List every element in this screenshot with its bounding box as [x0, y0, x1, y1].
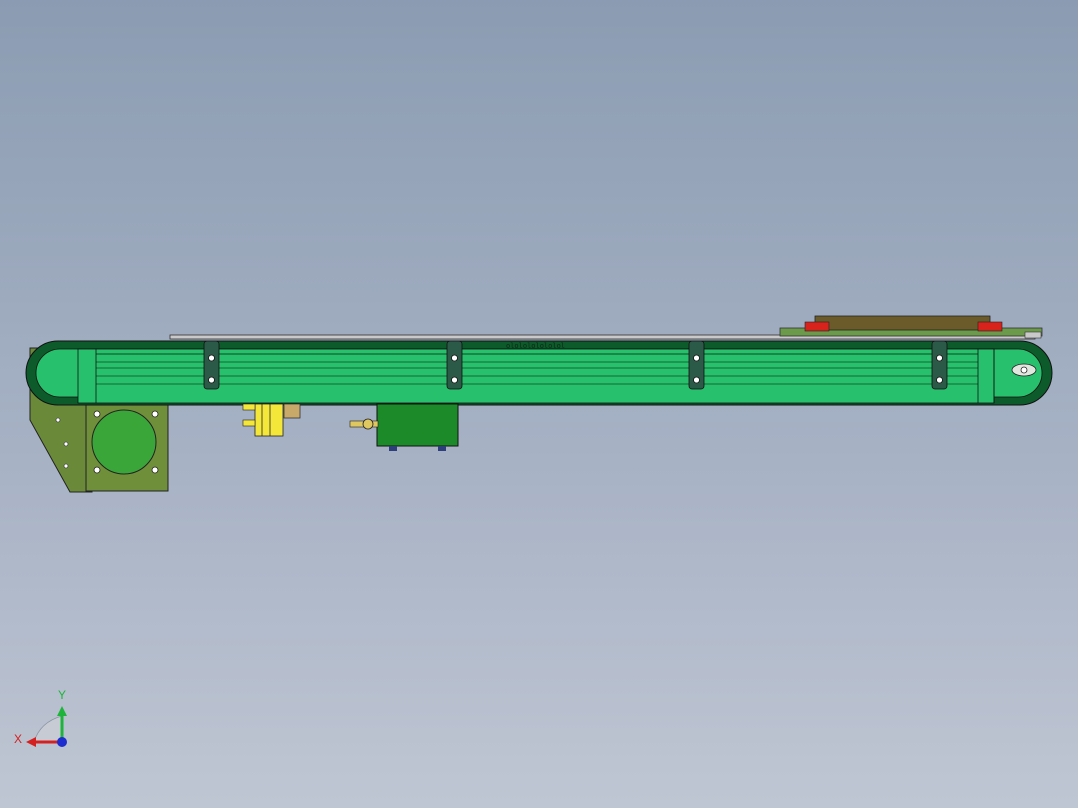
belt-marking-text: ololololololol: [506, 342, 565, 350]
coordinate-triad-icon: [26, 706, 67, 747]
gearbox-body[interactable]: [376, 403, 459, 447]
gearbox-assembly[interactable]: [349, 403, 459, 451]
motor-bolt-br: [151, 466, 159, 474]
motor-bolt-tl: [93, 410, 101, 418]
motor-bolt-tr: [151, 410, 159, 418]
sensor-mount[interactable]: [283, 403, 301, 419]
conveyor-belt[interactable]: ololololololol: [25, 340, 1053, 406]
triad-x-arrowhead: [26, 737, 36, 747]
bracket-4[interactable]: [931, 340, 948, 390]
bracket-3[interactable]: [688, 340, 705, 390]
sensor-post-top: [242, 403, 256, 411]
bracket-1[interactable]: [203, 340, 220, 390]
triad-z-axis-dot: [57, 737, 67, 747]
triad-y-arrowhead: [57, 706, 67, 716]
frame-hole-1: [55, 417, 61, 423]
gearbox-foot-right: [438, 446, 446, 451]
graphics-viewport[interactable]: ololololololol Y X: [0, 0, 1078, 808]
sensor-post-bottom: [242, 419, 256, 427]
bracket-2[interactable]: [446, 340, 463, 390]
triad-y-label: Y: [58, 688, 67, 702]
gearbox-foot-left: [389, 446, 397, 451]
motor-green-face[interactable]: [91, 409, 157, 475]
fixture-pad-right[interactable]: [977, 321, 1003, 332]
fixture-pad-left[interactable]: [804, 321, 830, 332]
triad-view-plane: [33, 715, 63, 743]
fixture-brown-plate[interactable]: [814, 315, 991, 331]
fixture-end-stub[interactable]: [1024, 331, 1042, 339]
tail-pulley-center: [1020, 366, 1028, 374]
end-fixture[interactable]: [779, 315, 1043, 339]
triad-x-label: X: [14, 732, 23, 746]
sensor-yellow-block[interactable]: [254, 403, 284, 437]
motor-bolt-bl: [93, 466, 101, 474]
frame-hole-3: [63, 463, 69, 469]
conveyor-model[interactable]: ololololololol: [0, 0, 1078, 808]
frame-hole-2: [63, 441, 69, 447]
shaft-nut: [362, 418, 374, 430]
sensor-assembly[interactable]: [242, 403, 301, 437]
